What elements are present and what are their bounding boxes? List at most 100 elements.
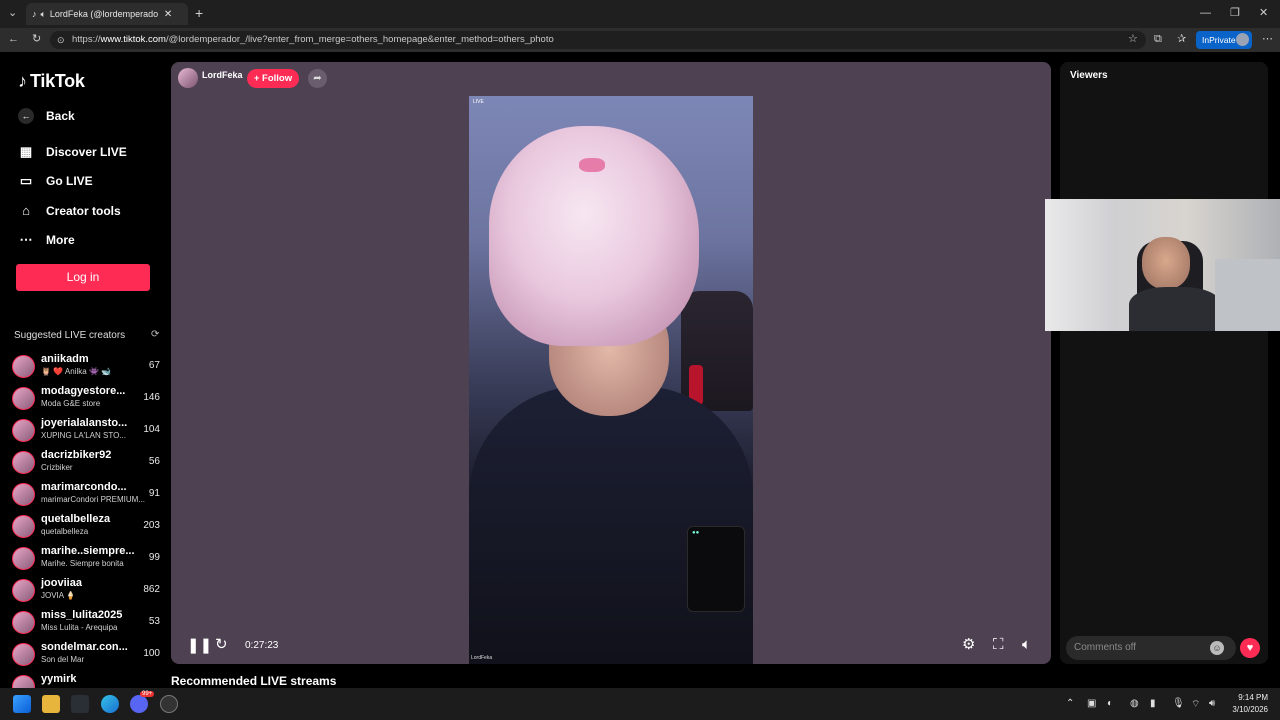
recommended-title: Recommended LIVE streams bbox=[171, 674, 337, 688]
nav-label: Creator tools bbox=[46, 203, 121, 218]
sidebar: ♪ TikTok ← Back ▦ Discover LIVE ▭ Go LIV… bbox=[0, 52, 170, 688]
refresh-suggestions-icon[interactable]: ⟳ bbox=[151, 329, 159, 340]
creator-item[interactable]: joyerialalansto... XUPING LA'LAN STO... … bbox=[12, 416, 164, 448]
host-avatar[interactable] bbox=[178, 68, 198, 88]
app-icon[interactable] bbox=[160, 695, 178, 713]
webcam-overlay bbox=[1045, 199, 1280, 331]
favorite-star-icon[interactable]: ☆ bbox=[1128, 34, 1138, 45]
tiktok-logo[interactable]: ♪ TikTok bbox=[18, 71, 85, 92]
creator-item[interactable]: marimarcondo... marimarCondori PREMIUM..… bbox=[12, 480, 164, 512]
file-explorer-icon[interactable] bbox=[42, 695, 60, 713]
tray-mic-icon[interactable]: 🎙︎ bbox=[1172, 698, 1185, 709]
tray-chevron-icon[interactable]: ⌃ bbox=[1066, 698, 1074, 709]
gaming-chair bbox=[681, 291, 753, 411]
pause-icon[interactable]: ❚❚ bbox=[187, 638, 212, 653]
clock-time[interactable]: 9:14 PM bbox=[1230, 693, 1268, 702]
creator-name: joyerialalansto... bbox=[41, 417, 128, 429]
tray-app-icon[interactable]: ▣ bbox=[1087, 698, 1096, 709]
home-tools-icon: ⌂ bbox=[22, 203, 30, 218]
lock-icon: ⊙ bbox=[57, 35, 65, 45]
creator-subtitle: Miss Lulita - Arequipa bbox=[41, 623, 118, 632]
creator-subtitle: Moda G&E store bbox=[41, 399, 101, 408]
refresh-icon[interactable]: ↻ bbox=[32, 34, 41, 45]
tray-network-app-icon[interactable]: ◍ bbox=[1130, 698, 1139, 709]
browser-tab[interactable]: ♪ 🔈︎ LordFeka (@lordemperador_) ✕ bbox=[26, 3, 188, 25]
volume-icon[interactable]: 🔈︎ bbox=[1022, 637, 1031, 652]
back-label: Back bbox=[46, 109, 75, 123]
creator-avatar bbox=[12, 547, 35, 570]
windows-taskbar: 99+ ⌃ ▣ ◐ ◍ ▮ 🎙︎ ⌔ 🔊︎ 9:14 PM 3/10/2026 bbox=[0, 688, 1280, 720]
steam-icon[interactable] bbox=[71, 695, 89, 713]
tab-title: LordFeka (@lordemperador_) bbox=[49, 9, 158, 19]
replay-icon[interactable]: ↻ bbox=[215, 637, 228, 652]
follow-button[interactable]: + Follow bbox=[247, 69, 299, 88]
creator-subtitle: Son del Mar bbox=[41, 655, 85, 664]
settings-gear-icon[interactable]: ⚙ bbox=[962, 637, 975, 652]
settings-menu-icon[interactable]: ⋯ bbox=[1262, 34, 1273, 45]
creator-item[interactable]: aniikadm 🦉 ❤️ Anilka 👾 🐋 67 bbox=[12, 352, 164, 384]
nav-go-live[interactable]: ▭ Go LIVE bbox=[18, 173, 93, 189]
favorites-icon[interactable]: ✰ bbox=[1177, 34, 1186, 45]
guest-window[interactable]: ●● bbox=[687, 526, 745, 612]
nav-more[interactable]: ⋯ More bbox=[18, 232, 75, 248]
creator-item[interactable]: dacrizbiker92 Crizbiker 56 bbox=[12, 448, 164, 480]
minimize-icon[interactable]: — bbox=[1200, 8, 1211, 19]
back-button[interactable]: ← Back bbox=[18, 108, 75, 124]
creator-item[interactable]: marihe..siempre... Marihe. Siempre bonit… bbox=[12, 544, 164, 576]
creator-name: modagyestore... bbox=[41, 385, 126, 397]
creator-item[interactable]: jooviiaa JOVIA 🍦 862 bbox=[12, 576, 164, 608]
speaker-tray-icon[interactable]: 🔊︎ bbox=[1209, 698, 1215, 709]
guest-status-icon: ●● bbox=[692, 530, 700, 536]
windows-start-icon[interactable] bbox=[13, 695, 31, 713]
viewer-count: 53 bbox=[148, 616, 160, 627]
tray-steam-icon[interactable]: ◐ bbox=[1107, 698, 1113, 709]
creator-name: jooviiaa bbox=[41, 577, 82, 589]
stream-time: 0:27:23 bbox=[245, 640, 279, 651]
edge-browser-icon[interactable] bbox=[101, 695, 119, 713]
creator-item[interactable]: yymirk bbox=[12, 672, 164, 688]
nav-creator-tools[interactable]: ⌂ Creator tools bbox=[18, 203, 121, 218]
fullscreen-icon[interactable]: ⛶ bbox=[993, 637, 1004, 652]
login-button[interactable]: Log in bbox=[16, 264, 150, 291]
live-player[interactable]: LordFeka + Follow ➦ LIVE ●● LordFeka ❚❚ … bbox=[171, 62, 1051, 664]
live-badge: LIVE bbox=[473, 99, 484, 105]
creator-name: marimarcondo... bbox=[41, 481, 127, 493]
close-icon[interactable]: ✕ bbox=[1259, 8, 1268, 19]
restore-icon[interactable]: ❐ bbox=[1230, 8, 1240, 19]
host-name[interactable]: LordFeka bbox=[202, 70, 243, 80]
creator-avatar bbox=[12, 515, 35, 538]
url-prefix: https:// bbox=[72, 34, 101, 45]
url-field[interactable]: ⊙ https://www.tiktok.com/@lordemperador_… bbox=[50, 31, 1146, 49]
discord-icon[interactable] bbox=[130, 695, 148, 713]
extensions-icon[interactable]: ⧉ bbox=[1154, 34, 1162, 45]
emoji-icon[interactable]: ☺ bbox=[1210, 641, 1224, 655]
creator-item[interactable]: modagyestore... Moda G&E store 146 bbox=[12, 384, 164, 416]
back-arrow-icon[interactable]: ← bbox=[8, 34, 19, 45]
calendar-live-icon: ▦ bbox=[19, 144, 33, 159]
tab-close-icon[interactable]: ✕ bbox=[164, 9, 172, 20]
share-icon[interactable]: ➦ bbox=[308, 69, 327, 88]
tray-gpu-icon[interactable]: ▮ bbox=[1150, 698, 1156, 709]
nav-discover-live[interactable]: ▦ Discover LIVE bbox=[18, 144, 127, 160]
creator-subtitle: 🦉 ❤️ Anilka 👾 🐋 bbox=[41, 367, 112, 376]
streamer-shirt bbox=[469, 386, 753, 664]
creator-item[interactable]: quetalbelleza quetalbelleza 203 bbox=[12, 512, 164, 544]
creator-item[interactable]: miss_lulita2025 Miss Lulita - Arequipa 5… bbox=[12, 608, 164, 640]
live-video[interactable]: LIVE ●● LordFeka bbox=[469, 96, 753, 664]
clock-date[interactable]: 3/10/2026 bbox=[1224, 705, 1268, 714]
new-tab-button[interactable]: + bbox=[195, 6, 203, 20]
suggested-title: Suggested LIVE creators bbox=[14, 330, 126, 341]
speaker-icon[interactable]: 🔈︎ bbox=[41, 9, 46, 20]
wifi-icon[interactable]: ⌔ bbox=[1191, 698, 1200, 711]
creator-item[interactable]: sondelmar.con... Son del Mar 100 bbox=[12, 640, 164, 672]
tab-actions-icon[interactable]: ⌄ bbox=[8, 8, 17, 19]
creator-subtitle: JOVIA 🍦 bbox=[41, 591, 76, 600]
viewer-count: 100 bbox=[143, 648, 160, 659]
creator-avatar bbox=[12, 643, 35, 666]
viewer-count: 146 bbox=[143, 392, 160, 403]
inprivate-badge[interactable]: InPrivate bbox=[1196, 31, 1252, 49]
creator-name: marihe..siempre... bbox=[41, 545, 135, 557]
hair-highlight bbox=[579, 158, 605, 172]
creator-avatar bbox=[12, 451, 35, 474]
heart-like-icon[interactable]: ♥ bbox=[1240, 638, 1260, 658]
